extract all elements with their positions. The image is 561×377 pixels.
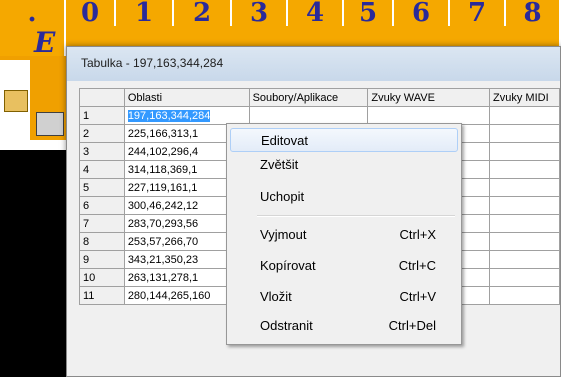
column-header-soubory[interactable]: Soubory/Aplikace <box>248 88 369 107</box>
menu-item-vlozit[interactable]: Vložit Ctrl+V <box>230 285 458 309</box>
table-cell[interactable] <box>489 286 560 305</box>
row-number[interactable]: 3 <box>79 142 125 161</box>
menu-item-shortcut: Ctrl+V <box>399 289 436 304</box>
toolbar-cell-5[interactable]: 5 <box>344 0 394 26</box>
menu-item-label: Editovat <box>261 133 308 148</box>
table-cell[interactable] <box>489 178 560 197</box>
table-cell[interactable] <box>367 106 491 125</box>
table-cell[interactable] <box>489 196 560 215</box>
menu-item-editovat[interactable]: Editovat <box>230 128 458 152</box>
table-cell[interactable] <box>489 106 560 125</box>
menu-item-shortcut: Ctrl+C <box>398 258 436 273</box>
toolbar-row2-cell[interactable] <box>0 26 66 56</box>
menu-item-kopirovat[interactable]: Kopírovat Ctrl+C <box>230 254 458 278</box>
row-number[interactable]: 1 <box>79 106 125 125</box>
toolbar-cell-8[interactable]: 8 <box>506 0 561 26</box>
table-cell[interactable] <box>489 142 560 161</box>
toolbar-cell-3[interactable]: 3 <box>232 0 288 26</box>
tool-icon[interactable] <box>4 90 28 112</box>
column-header-zvuky-wave[interactable]: Zvuky WAVE <box>367 88 491 107</box>
table-header-row: Oblasti Soubory/Aplikace Zvuky WAVE Zvuk… <box>79 88 560 107</box>
row-number[interactable]: 5 <box>79 178 125 197</box>
column-header-oblasti[interactable]: Oblasti <box>123 88 250 107</box>
menu-item-shortcut: Ctrl+X <box>399 227 436 242</box>
table-cell[interactable] <box>489 250 560 269</box>
window-title: Tabulka - 197,163,344,284 <box>81 56 224 70</box>
toolbar-e-glyph: E <box>34 26 56 59</box>
cell-oblasti-selected[interactable]: 197,163,344,284 <box>123 106 250 125</box>
row-number[interactable]: 6 <box>79 196 125 215</box>
menu-item-vyjmout[interactable]: Vyjmout Ctrl+X <box>230 223 458 247</box>
column-header-corner <box>79 88 125 107</box>
menu-item-uchopit[interactable]: Uchopit <box>230 185 458 209</box>
menu-separator <box>257 215 455 217</box>
menu-item-label: Odstranit <box>260 318 313 333</box>
menu-item-label: Uchopit <box>260 189 305 204</box>
menu-item-zvetsit[interactable]: Zvětšit <box>230 153 458 177</box>
table-row[interactable]: 1 197,163,344,284 <box>79 106 560 125</box>
toolbar-cell-7[interactable]: 7 <box>450 0 506 26</box>
table-cell[interactable] <box>489 268 560 287</box>
row-number[interactable]: 9 <box>79 250 125 269</box>
menu-item-label: Vyjmout <box>260 227 307 242</box>
toolbar-cell-4[interactable]: 4 <box>288 0 344 26</box>
toolbar-cell-0[interactable]: 0 <box>66 0 116 26</box>
toolbar-cell-6[interactable]: 6 <box>394 0 450 26</box>
column-header-zvuky-midi[interactable]: Zvuky MIDI <box>489 88 560 107</box>
row-number[interactable]: 11 <box>79 286 125 305</box>
table-cell[interactable] <box>489 124 560 143</box>
window-titlebar[interactable]: Tabulka - 197,163,344,284 <box>67 47 560 81</box>
menu-item-shortcut: Ctrl+Del <box>388 318 436 333</box>
toolbar-cell-1[interactable]: 1 <box>116 0 174 26</box>
toolbar-cell-dot[interactable]: . <box>0 0 66 26</box>
menu-item-label: Zvětšit <box>260 157 299 172</box>
row-number[interactable]: 8 <box>79 232 125 251</box>
table-cell[interactable] <box>248 106 369 125</box>
row-number[interactable]: 4 <box>79 160 125 179</box>
table-cell[interactable] <box>489 160 560 179</box>
menu-item-odstranit[interactable]: Odstranit Ctrl+Del <box>230 314 458 338</box>
menu-item-label: Vložit <box>260 289 292 304</box>
cell-text: 197,163,344,284 <box>127 109 211 122</box>
table-cell[interactable] <box>489 232 560 251</box>
menu-item-label: Kopírovat <box>260 258 316 273</box>
row-number[interactable]: 7 <box>79 214 125 233</box>
tool-icon[interactable] <box>36 112 64 136</box>
background-black-area <box>0 150 66 377</box>
table-cell[interactable] <box>489 214 560 233</box>
row-number[interactable]: 10 <box>79 268 125 287</box>
toolbar-cell-2[interactable]: 2 <box>174 0 232 26</box>
context-menu: Editovat Zvětšit Uchopit Vyjmout Ctrl+X … <box>226 123 462 345</box>
row-number[interactable]: 2 <box>79 124 125 143</box>
